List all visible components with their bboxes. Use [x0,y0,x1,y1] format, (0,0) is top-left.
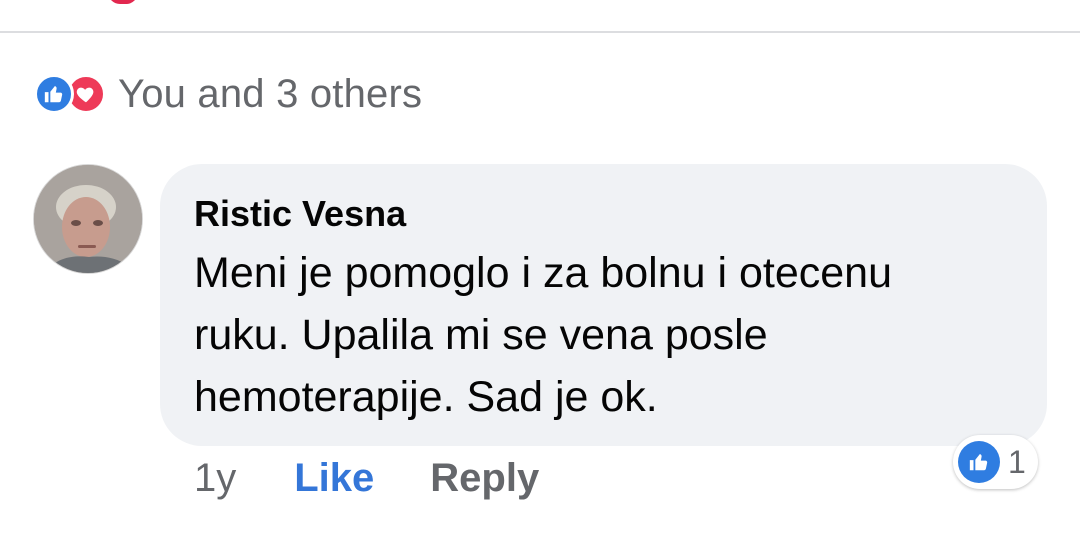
comment-author[interactable]: Ristic Vesna [194,192,1013,236]
avatar[interactable] [33,164,143,274]
reply-button[interactable]: Reply [430,456,539,501]
love-icon [108,0,138,4]
avatar-photo [34,165,142,273]
comment-reaction-count[interactable]: 1 [953,435,1038,489]
comment-view: You and 3 others Ristic Vesna Meni je po… [0,0,1080,535]
reactions-summary-text: You and 3 others [118,71,423,116]
comment-text: Meni je pomoglo i za bolnu i otecenu ruk… [194,249,892,421]
comment-timestamp[interactable]: 1y [194,456,236,501]
reactions-summary[interactable]: You and 3 others [34,71,422,117]
reaction-count-number: 1 [1008,443,1026,480]
divider [0,31,1080,33]
like-icon [958,441,1000,483]
comment-bubble: Ristic Vesna Meni je pomoglo i za bolnu … [160,164,1047,446]
comment-actions: 1y Like Reply [194,456,539,501]
like-icon [34,74,74,114]
like-button[interactable]: Like [294,456,374,501]
